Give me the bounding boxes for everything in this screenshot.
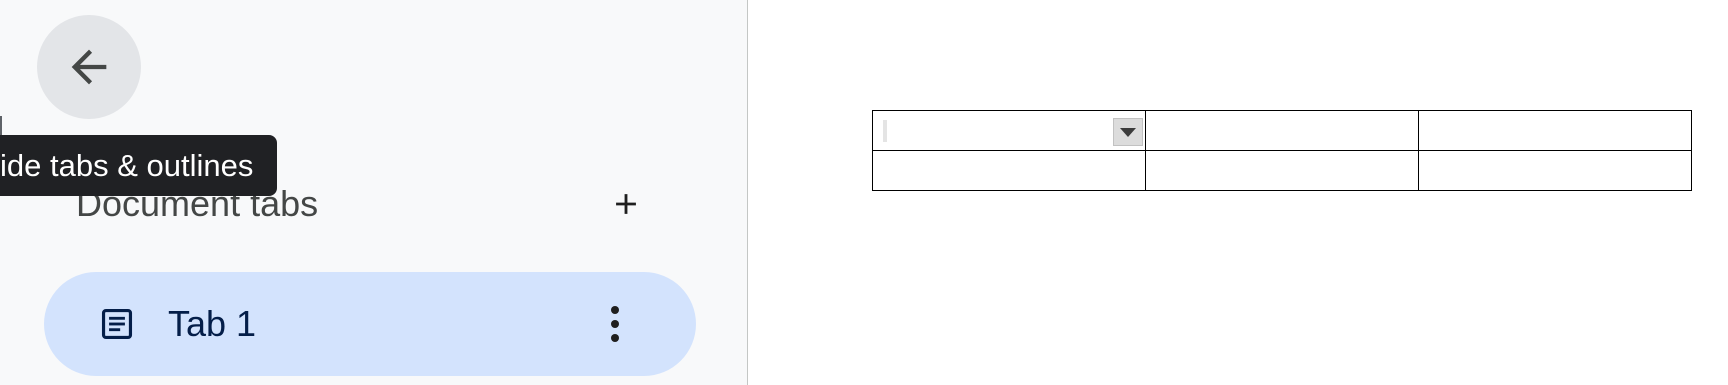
add-tab-button[interactable] (604, 182, 648, 226)
table-cell[interactable] (872, 150, 1146, 191)
table-cell[interactable] (872, 110, 1146, 151)
table-cell[interactable] (1418, 110, 1692, 151)
dropdown-arrow-icon (1120, 128, 1136, 137)
table-row (872, 150, 1692, 191)
text-cursor (883, 120, 887, 142)
tooltip: ide tabs & outlines (0, 135, 278, 196)
table-row (872, 110, 1692, 151)
tab-more-options-button[interactable] (600, 300, 630, 348)
table-cell[interactable] (1145, 110, 1419, 151)
tab-label: Tab 1 (168, 303, 257, 344)
document-table (872, 110, 1692, 191)
tab-item-tab-1[interactable]: Tab 1 (44, 272, 696, 376)
table-cell[interactable] (1145, 150, 1419, 191)
table-cell[interactable] (1418, 150, 1692, 191)
arrow-back-icon (71, 49, 107, 85)
resize-handle[interactable] (0, 116, 2, 136)
app-root: ide tabs & outlines Document tabs Tab 1 (0, 0, 1728, 385)
document-icon (101, 308, 133, 340)
more-vert-icon (611, 306, 619, 342)
plus-icon (616, 194, 636, 214)
cell-dropdown-button[interactable] (1113, 118, 1143, 146)
hide-tabs-outlines-button[interactable] (37, 15, 141, 119)
tabs-outline-sidebar: ide tabs & outlines Document tabs Tab 1 (0, 0, 748, 385)
